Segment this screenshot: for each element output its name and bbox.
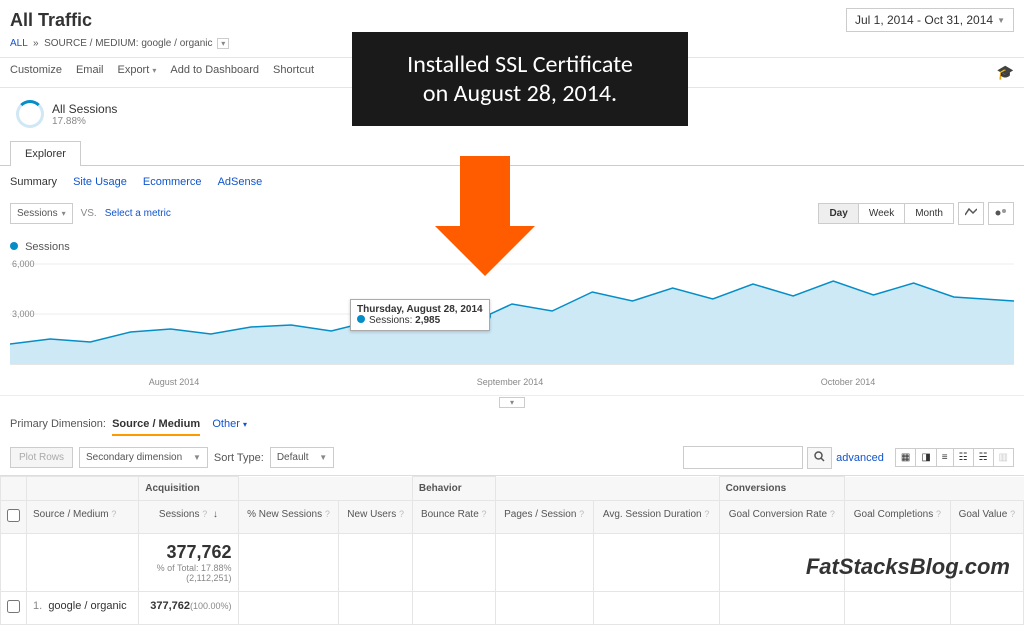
col-pages[interactable]: Pages / Session ? — [495, 501, 593, 534]
table-row[interactable]: 1. google / organic 377,762(100.00%) — [1, 592, 1024, 625]
time-day[interactable]: Day — [818, 203, 858, 224]
col-gcr[interactable]: Goal Conversion Rate ? — [719, 501, 845, 534]
education-icon[interactable]: 🎓 — [997, 64, 1014, 81]
row-sessions: 377,762 — [150, 600, 190, 612]
col-gval[interactable]: Goal Value ? — [950, 501, 1023, 534]
view-comparison-icon[interactable]: ☷ — [953, 448, 974, 467]
search-input[interactable] — [683, 446, 803, 469]
row-checkbox[interactable] — [7, 600, 20, 613]
col-new-users[interactable]: New Users ? — [339, 501, 412, 534]
select-metric-link[interactable]: Select a metric — [105, 208, 171, 219]
subnav-site-usage[interactable]: Site Usage — [73, 176, 127, 188]
sort-type-label: Sort Type: — [214, 452, 264, 464]
col-group-conversions: Conversions — [719, 477, 845, 501]
y-tick-3000: 3,000 — [12, 309, 35, 319]
time-month[interactable]: Month — [904, 203, 954, 224]
all-sessions-title: All Sessions — [52, 102, 117, 116]
col-sessions[interactable]: Sessions ? ↓ — [139, 501, 238, 534]
sessions-donut-icon — [16, 100, 44, 128]
customize-button[interactable]: Customize — [10, 64, 62, 81]
metric-sessions-dropdown[interactable]: Sessions▾ — [10, 203, 73, 224]
vs-label: VS. — [81, 208, 97, 219]
primary-dim-label: Primary Dimension: — [10, 418, 106, 430]
col-bounce[interactable]: Bounce Rate ? — [412, 501, 495, 534]
motion-chart-icon[interactable] — [988, 202, 1014, 225]
view-cloud-icon[interactable]: ▥ — [993, 448, 1014, 467]
brand-watermark: FatStacksBlog.com — [806, 554, 1010, 580]
legend-sessions: Sessions — [25, 241, 70, 253]
subnav-summary[interactable]: Summary — [10, 176, 57, 188]
col-new-sessions[interactable]: % New Sessions ? — [238, 501, 339, 534]
row-index: 1. — [33, 600, 42, 612]
total-pct-abs: (2,112,251) — [145, 573, 231, 583]
subnav-adsense[interactable]: AdSense — [218, 176, 263, 188]
add-dashboard-button[interactable]: Add to Dashboard — [170, 64, 259, 81]
chart-tooltip: Thursday, August 28, 2014 Sessions: 2,98… — [350, 299, 490, 331]
breadcrumb-value: google / organic — [141, 38, 212, 49]
col-group-acquisition: Acquisition — [139, 477, 238, 501]
x-tick-oct: October 2014 — [821, 377, 876, 387]
shortcut-button[interactable]: Shortcut — [273, 64, 314, 81]
y-tick-6000: 6,000 — [12, 259, 35, 269]
all-sessions-pct: 17.88% — [52, 116, 117, 127]
col-gcomp[interactable]: Goal Completions ? — [845, 501, 951, 534]
col-group-behavior: Behavior — [412, 477, 495, 501]
advanced-link[interactable]: advanced — [836, 452, 884, 464]
chart-expand-handle[interactable]: ▾ — [499, 397, 525, 408]
tab-explorer[interactable]: Explorer — [10, 141, 81, 166]
page-title: All Traffic — [10, 10, 92, 31]
subnav-ecommerce[interactable]: Ecommerce — [143, 176, 202, 188]
dim-other[interactable]: Other ▾ — [212, 418, 247, 430]
view-pivot-icon[interactable]: ☵ — [973, 448, 994, 467]
x-tick-aug: August 2014 — [149, 377, 200, 387]
chevron-down-icon: ▼ — [997, 16, 1005, 25]
breadcrumb-label: SOURCE / MEDIUM: — [44, 38, 138, 49]
dim-source-medium[interactable]: Source / Medium — [112, 418, 200, 436]
traffic-table: Acquisition Behavior Conversions Source … — [0, 476, 1024, 625]
view-performance-icon[interactable]: ≡ — [936, 448, 954, 467]
select-all-checkbox[interactable] — [7, 509, 20, 522]
row-source-medium: google / organic — [48, 600, 126, 612]
date-range-text: Jul 1, 2014 - Oct 31, 2014 — [855, 13, 993, 27]
total-sessions: 377,762 — [145, 542, 231, 563]
date-range-picker[interactable]: Jul 1, 2014 - Oct 31, 2014 ▼ — [846, 8, 1014, 32]
time-week[interactable]: Week — [858, 203, 905, 224]
view-percent-icon[interactable]: ◨ — [915, 448, 936, 467]
annotation-arrow-icon — [460, 156, 560, 276]
search-icon[interactable] — [807, 447, 832, 469]
legend-dot-icon — [10, 242, 18, 250]
col-avg-dur[interactable]: Avg. Session Duration ? — [593, 501, 719, 534]
breadcrumb-all[interactable]: ALL — [10, 38, 27, 49]
x-tick-sep: September 2014 — [477, 377, 544, 387]
plot-rows-button[interactable]: Plot Rows — [10, 447, 73, 468]
col-source-medium[interactable]: Source / Medium — [33, 509, 109, 520]
annotation-overlay: Installed SSL Certificate on August 28, … — [352, 32, 688, 126]
sort-default-dropdown[interactable]: Default ▼ — [270, 447, 334, 468]
line-chart-icon[interactable] — [958, 202, 984, 225]
view-table-icon[interactable]: ▦ — [895, 448, 916, 467]
export-button[interactable]: Export ▾ — [117, 64, 156, 81]
breadcrumb-dropdown[interactable]: ▾ — [217, 38, 229, 49]
row-sessions-pct: (100.00%) — [190, 601, 232, 611]
secondary-dimension-dropdown[interactable]: Secondary dimension ▼ — [79, 447, 208, 468]
total-pct-label: % of Total: 17.88% — [145, 563, 231, 573]
email-button[interactable]: Email — [76, 64, 104, 81]
